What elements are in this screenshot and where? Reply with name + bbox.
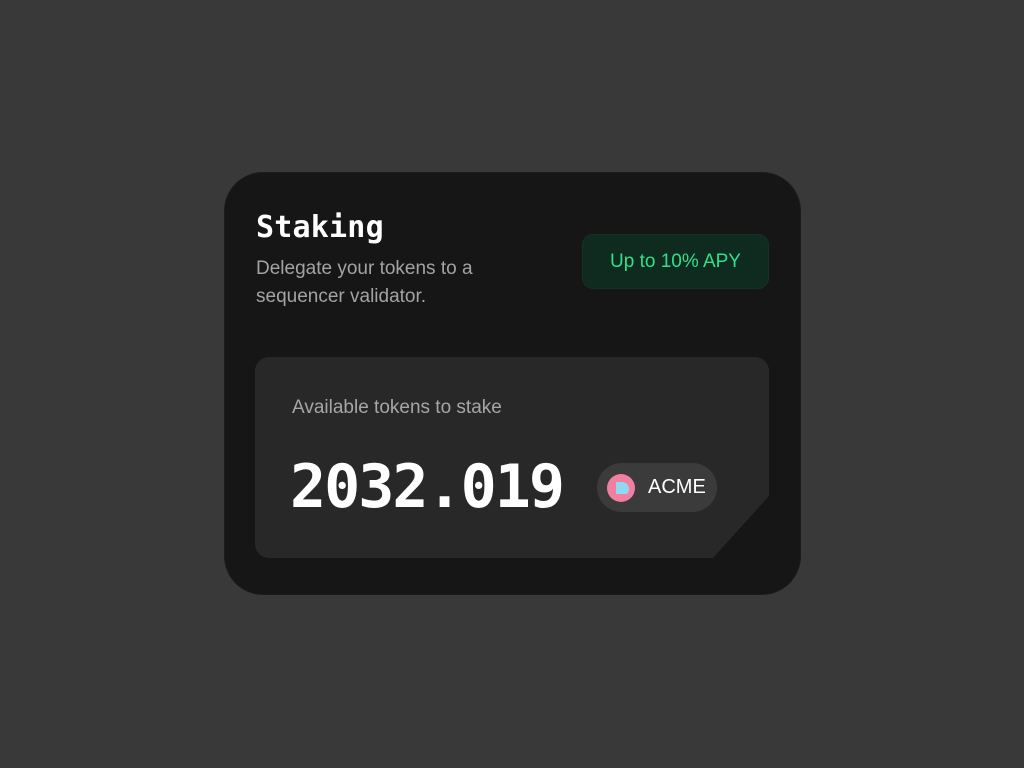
token-selector[interactable]: ACME	[597, 463, 717, 512]
available-tokens-amount: 2032.019	[290, 452, 565, 522]
available-tokens-panel: Available tokens to stake 2032.019 ACME	[255, 357, 769, 558]
acme-token-icon	[607, 473, 635, 502]
staking-card: Staking Delegate your tokens to a sequen…	[225, 173, 800, 594]
apy-badge: Up to 10% APY	[582, 234, 769, 289]
card-description: Delegate your tokens to a sequencer vali…	[256, 258, 473, 307]
card-title: Staking	[256, 210, 384, 245]
token-symbol: ACME	[648, 476, 706, 498]
available-tokens-label: Available tokens to stake	[292, 397, 502, 418]
